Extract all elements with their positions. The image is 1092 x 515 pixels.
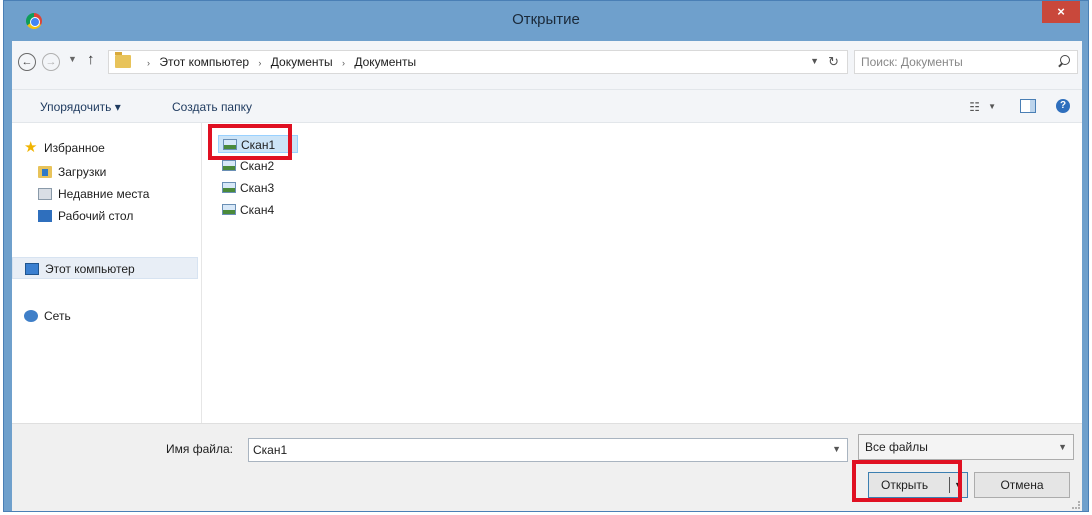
file-name: Скан4 bbox=[240, 203, 275, 217]
command-toolbar: Упорядочить ▾ Создать папку ☷ ▼ ? bbox=[12, 89, 1082, 123]
help-icon[interactable]: ? bbox=[1056, 99, 1070, 113]
nav-item-label: Сеть bbox=[44, 309, 71, 323]
nav-item-downloads[interactable]: Загрузки bbox=[12, 161, 198, 183]
nav-item-label: Избранное bbox=[44, 141, 105, 155]
image-file-icon bbox=[222, 204, 236, 215]
breadcrumb[interactable]: › Этот компьютер › Документы › Документы… bbox=[108, 50, 848, 74]
title-bar: Открытие × bbox=[4, 1, 1088, 41]
filetype-select[interactable]: Все файлы ▼ bbox=[858, 434, 1074, 460]
filename-input[interactable] bbox=[253, 442, 813, 458]
image-file-icon bbox=[222, 182, 236, 193]
file-item-scan2[interactable]: Скан2 bbox=[218, 157, 298, 175]
open-button[interactable]: Открыть ▼ bbox=[868, 472, 968, 498]
filename-label: Имя файла: bbox=[166, 442, 233, 456]
file-name: Скан1 bbox=[241, 138, 276, 152]
crumb-separator: › bbox=[147, 58, 150, 68]
forward-arrow-icon[interactable]: → bbox=[42, 53, 60, 71]
crumb-separator: › bbox=[258, 58, 262, 68]
organize-button[interactable]: Упорядочить ▾ bbox=[40, 100, 121, 114]
view-options-icon[interactable]: ☷ bbox=[969, 100, 980, 114]
image-file-icon bbox=[223, 139, 237, 150]
filetype-dropdown-icon: ▼ bbox=[1058, 442, 1067, 452]
nav-item-label: Недавние места bbox=[58, 187, 150, 201]
breadcrumb-item-documents-sub[interactable]: Документы bbox=[354, 55, 416, 69]
file-item-scan1[interactable]: Скан1 bbox=[218, 135, 298, 153]
breadcrumb-item-documents[interactable]: Документы bbox=[271, 55, 333, 69]
cancel-button[interactable]: Отмена bbox=[974, 472, 1070, 498]
network-icon bbox=[24, 310, 38, 322]
new-folder-button[interactable]: Создать папку bbox=[172, 100, 252, 114]
resize-grip[interactable] bbox=[1072, 501, 1080, 509]
image-file-icon bbox=[222, 160, 236, 171]
filename-combobox: ▼ bbox=[248, 438, 848, 462]
downloads-folder-icon bbox=[38, 166, 52, 178]
nav-item-desktop[interactable]: Рабочий стол bbox=[12, 205, 198, 227]
close-button[interactable]: × bbox=[1042, 1, 1080, 23]
path-dropdown-icon[interactable]: ▼ bbox=[810, 56, 819, 66]
filename-dropdown-icon[interactable]: ▼ bbox=[832, 444, 841, 454]
window-title: Открытие bbox=[512, 11, 580, 28]
computer-icon bbox=[25, 263, 39, 275]
breadcrumb-path: › Этот компьютер › Документы › Документы bbox=[141, 55, 416, 69]
filetype-value: Все файлы bbox=[865, 440, 928, 454]
star-icon: ★ bbox=[24, 139, 38, 156]
nav-item-this-pc[interactable]: Этот компьютер bbox=[12, 257, 198, 279]
open-button-label: Открыть bbox=[881, 478, 929, 492]
folder-icon bbox=[115, 52, 131, 68]
open-dropdown-icon[interactable]: ▼ bbox=[954, 473, 963, 497]
back-arrow-icon[interactable]: ← bbox=[18, 53, 36, 71]
nav-item-network[interactable]: Сеть bbox=[12, 305, 198, 327]
up-arrow-icon[interactable]: ↑ bbox=[87, 51, 95, 68]
search-input[interactable] bbox=[861, 54, 1041, 70]
file-list: Скан1 Скан2 Скан3 Скан4 bbox=[202, 123, 1082, 423]
search-box bbox=[854, 50, 1078, 74]
address-bar: ← → ▼ ↑ › Этот компьютер › Документы › Д… bbox=[12, 41, 1082, 89]
file-item-scan3[interactable]: Скан3 bbox=[218, 179, 298, 197]
split-divider bbox=[949, 477, 950, 493]
file-item-scan4[interactable]: Скан4 bbox=[218, 201, 298, 219]
view-dropdown-icon[interactable]: ▼ bbox=[988, 102, 996, 111]
nav-item-label: Этот компьютер bbox=[45, 262, 135, 276]
file-name: Скан2 bbox=[240, 159, 275, 173]
nav-item-recent-places[interactable]: Недавние места bbox=[12, 183, 198, 205]
preview-pane-icon[interactable] bbox=[1020, 99, 1036, 113]
nav-item-favorites[interactable]: ★ Избранное bbox=[12, 137, 198, 159]
navigation-pane: ★ Избранное Загрузки Недавние места Рабо… bbox=[12, 123, 202, 423]
open-dialog: Открытие × ← → ▼ ↑ › Этот компьютер › До… bbox=[3, 0, 1089, 512]
bottom-bar: Имя файла: ▼ Все файлы ▼ Открыть ▼ Отмен… bbox=[12, 423, 1082, 511]
desktop-icon bbox=[38, 210, 52, 222]
search-icon[interactable] bbox=[1060, 55, 1070, 65]
recent-locations-dropdown-icon[interactable]: ▼ bbox=[68, 54, 77, 64]
file-name: Скан3 bbox=[240, 181, 275, 195]
crumb-separator: › bbox=[341, 58, 345, 68]
nav-item-label: Загрузки bbox=[58, 165, 107, 179]
breadcrumb-item-this-pc[interactable]: Этот компьютер bbox=[159, 55, 249, 69]
recent-places-icon bbox=[38, 188, 52, 200]
refresh-icon[interactable]: ↻ bbox=[828, 54, 839, 70]
nav-item-label: Рабочий стол bbox=[58, 209, 134, 223]
